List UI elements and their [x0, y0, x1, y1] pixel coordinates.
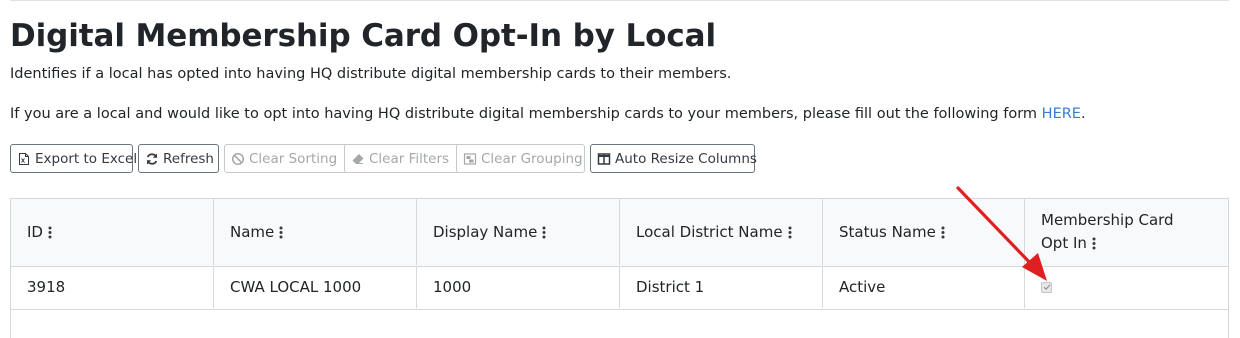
- page-description: Identifies if a local has opted into hav…: [10, 66, 732, 82]
- grid-header: ID Name Display Name Local District Name…: [11, 199, 1228, 267]
- checkmark-icon: [1043, 284, 1050, 291]
- column-header-membership-card-opt-in[interactable]: Membership Card Opt In: [1025, 199, 1228, 265]
- auto-resize-columns-button[interactable]: Auto Resize Columns: [590, 144, 757, 173]
- column-header-name[interactable]: Name: [214, 199, 417, 265]
- column-menu-icon[interactable]: [48, 226, 52, 239]
- columns-icon: [597, 152, 611, 166]
- ban-icon: [231, 152, 245, 166]
- clear-grouping-button[interactable]: Clear Grouping: [456, 144, 585, 173]
- refresh-icon: [145, 152, 159, 166]
- opt-in-checkbox[interactable]: [1041, 281, 1052, 293]
- column-menu-icon[interactable]: [941, 226, 945, 239]
- cell-id: 3918: [11, 266, 214, 308]
- table-row[interactable]: 3918 CWA LOCAL 1000 1000 District 1 Acti…: [11, 266, 1228, 310]
- column-header-display-name[interactable]: Display Name: [417, 199, 620, 265]
- column-header-id[interactable]: ID: [11, 199, 214, 265]
- cell-opt-in: [1025, 266, 1228, 308]
- form-prompt: If you are a local and would like to opt…: [10, 106, 1086, 122]
- object-group-icon: [463, 152, 477, 166]
- page-title: Digital Membership Card Opt-In by Local: [10, 18, 716, 54]
- column-menu-icon[interactable]: [542, 226, 546, 239]
- export-excel-button[interactable]: Export to Excel: [10, 144, 137, 173]
- eraser-icon: [351, 152, 365, 166]
- cell-district: District 1: [620, 266, 823, 308]
- cell-status: Active: [823, 266, 1025, 308]
- column-menu-icon[interactable]: [279, 226, 283, 239]
- cell-name: CWA LOCAL 1000: [214, 266, 417, 308]
- clear-filters-button[interactable]: Clear Filters: [344, 144, 461, 173]
- cell-display-name: 1000: [417, 266, 620, 308]
- column-header-local-district-name[interactable]: Local District Name: [620, 199, 823, 265]
- form-link[interactable]: HERE: [1042, 106, 1081, 122]
- top-divider: [10, 0, 1229, 1]
- column-menu-icon[interactable]: [1092, 237, 1096, 250]
- clear-sorting-button[interactable]: Clear Sorting: [224, 144, 349, 173]
- column-header-status-name[interactable]: Status Name: [823, 199, 1025, 265]
- excel-file-icon: [17, 152, 31, 166]
- data-grid: ID Name Display Name Local District Name…: [10, 198, 1229, 338]
- refresh-button[interactable]: Refresh: [138, 144, 219, 173]
- column-menu-icon[interactable]: [788, 226, 792, 239]
